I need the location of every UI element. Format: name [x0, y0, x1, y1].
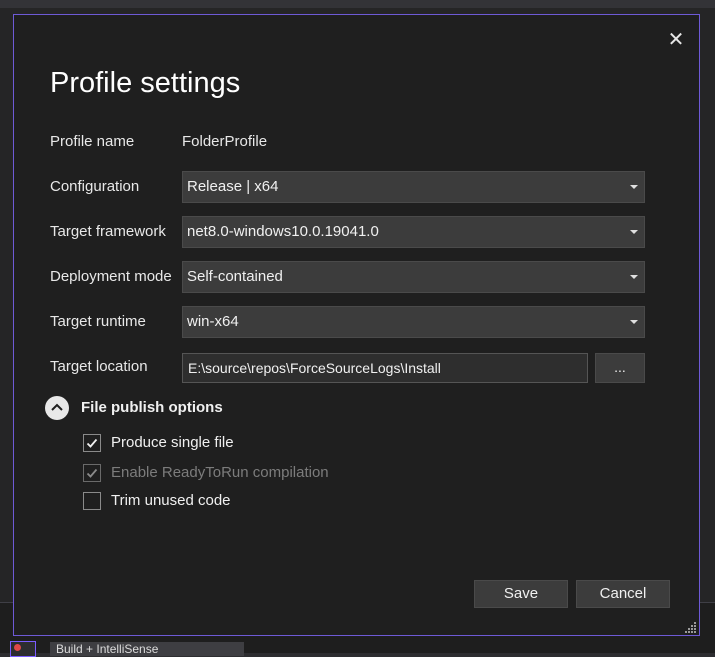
cancel-button[interactable]: Cancel	[576, 580, 670, 608]
target-runtime-dropdown[interactable]: win-x64	[182, 306, 645, 338]
trim-unused-code-checkbox[interactable]	[83, 492, 101, 510]
produce-single-file-label: Produce single file	[111, 434, 234, 451]
target-location-input[interactable]	[182, 353, 588, 383]
chevron-down-icon	[630, 275, 638, 279]
enable-readytorun-checkbox	[83, 464, 101, 482]
target-framework-value: net8.0-windows10.0.19041.0	[187, 223, 379, 240]
profile-name-label: Profile name	[50, 133, 135, 150]
deployment-mode-dropdown[interactable]: Self-contained	[182, 261, 645, 293]
build-filter-dropdown[interactable]: Build + IntelliSense	[50, 642, 244, 656]
close-icon[interactable]: ✕	[665, 29, 687, 51]
configuration-dropdown[interactable]: Release | x64	[182, 171, 645, 203]
target-location-label: Target location	[50, 358, 148, 375]
profile-name-value: FolderProfile	[182, 133, 268, 150]
chevron-up-icon	[51, 403, 63, 411]
target-runtime-label: Target runtime	[50, 313, 146, 330]
collapse-section-button[interactable]	[45, 396, 69, 420]
produce-single-file-checkbox[interactable]	[83, 434, 101, 452]
save-button[interactable]: Save	[474, 580, 568, 608]
profile-settings-dialog: ✕ Profile settings Profile name FolderPr…	[13, 14, 700, 636]
enable-readytorun-label: Enable ReadyToRun compilation	[111, 464, 329, 481]
target-runtime-value: win-x64	[187, 313, 239, 330]
error-dot-icon	[14, 644, 21, 651]
file-publish-options-title: File publish options	[81, 399, 223, 416]
resize-grip-icon[interactable]	[685, 621, 697, 633]
target-framework-dropdown[interactable]: net8.0-windows10.0.19041.0	[182, 216, 645, 248]
configuration-value: Release | x64	[187, 178, 279, 195]
dialog-title: Profile settings	[50, 67, 241, 99]
browse-button[interactable]: ...	[595, 353, 645, 383]
deployment-mode-value: Self-contained	[187, 268, 283, 285]
trim-unused-code-label: Trim unused code	[111, 492, 231, 509]
chevron-down-icon	[630, 320, 638, 324]
deployment-mode-label: Deployment mode	[50, 268, 172, 285]
ide-top-strip	[0, 0, 715, 8]
configuration-label: Configuration	[50, 178, 140, 195]
chevron-down-icon	[630, 185, 638, 189]
checkmark-icon	[86, 468, 98, 478]
checkmark-icon	[86, 438, 98, 448]
error-list-icon[interactable]	[10, 641, 36, 657]
chevron-down-icon	[630, 230, 638, 234]
target-framework-label: Target framework	[50, 223, 166, 240]
